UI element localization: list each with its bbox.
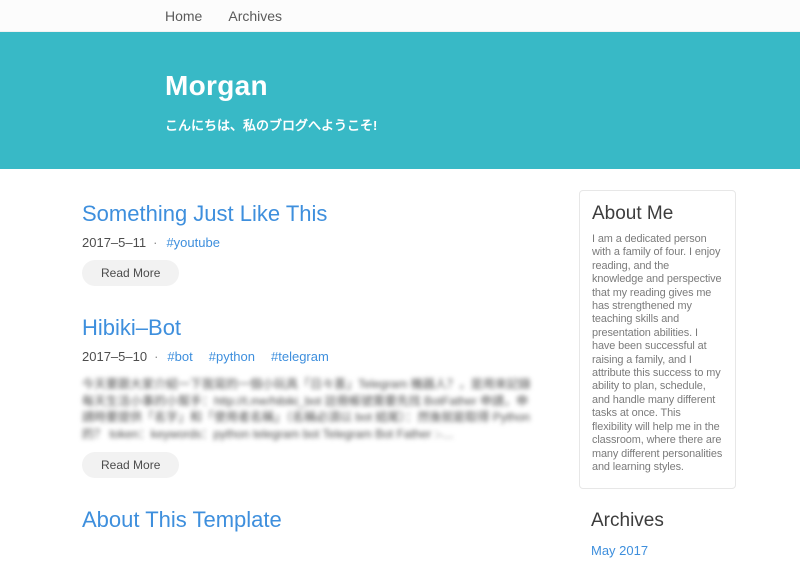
tag-link-bot[interactable]: #bot bbox=[167, 349, 192, 364]
archives-list-item: May 2017 bbox=[591, 542, 736, 560]
post-title-link[interactable]: Something Just Like This bbox=[82, 202, 539, 226]
top-nav: Home Archives bbox=[0, 0, 800, 32]
tag-link-youtube[interactable]: #youtube bbox=[166, 235, 220, 250]
site-title: Morgan bbox=[165, 72, 800, 100]
post-title-link[interactable]: Hibiki–Bot bbox=[82, 316, 539, 340]
about-me-widget: About Me I am a dedicated person with a … bbox=[579, 190, 736, 489]
read-more-button[interactable]: Read More bbox=[82, 260, 179, 286]
banner: Morgan こんにちは、私のブログへようこそ! bbox=[0, 32, 800, 169]
sidebar: About Me I am a dedicated person with a … bbox=[579, 190, 736, 562]
archives-list: May 2017 bbox=[579, 542, 736, 560]
post-item: Hibiki–Bot 2017–5–10 · #bot #python #telegra… bbox=[82, 316, 539, 478]
archives-heading: Archives bbox=[579, 510, 736, 532]
tag-link-telegram[interactable]: #telegram bbox=[271, 349, 329, 364]
site-subtitle: こんにちは、私のブログへようこそ! bbox=[165, 115, 800, 134]
about-me-text: I am a dedicated person with a family of… bbox=[592, 233, 723, 474]
archive-month-link[interactable]: May 2017 bbox=[591, 543, 648, 558]
meta-separator: · bbox=[154, 349, 158, 364]
post-item: Something Just Like This 2017–5–11 · #yout… bbox=[82, 202, 539, 286]
post-item: About This Template bbox=[82, 508, 539, 532]
read-more-button[interactable]: Read More bbox=[82, 452, 179, 478]
post-date: 2017–5–11 bbox=[82, 235, 146, 250]
nav-item-home[interactable]: Home bbox=[165, 8, 202, 24]
about-me-heading: About Me bbox=[592, 203, 723, 225]
post-date: 2017–5–10 bbox=[82, 349, 147, 364]
main-content: Something Just Like This 2017–5–11 · #yout… bbox=[82, 169, 736, 562]
nav-item-archives[interactable]: Archives bbox=[228, 8, 282, 24]
post-meta: 2017–5–11 · #youtube bbox=[82, 235, 539, 250]
post-title-link[interactable]: About This Template bbox=[82, 508, 539, 532]
post-excerpt-blurred: 今天要跟大家介紹一下我寫的一個小玩具「日々喜」Telegram 機器人？，是用來… bbox=[82, 376, 540, 442]
tag-link-python[interactable]: #python bbox=[209, 349, 255, 364]
meta-separator: · bbox=[153, 235, 157, 250]
post-meta: 2017–5–10 · #bot #python #telegram bbox=[82, 349, 539, 364]
post-list: Something Just Like This 2017–5–11 · #yout… bbox=[82, 202, 539, 562]
